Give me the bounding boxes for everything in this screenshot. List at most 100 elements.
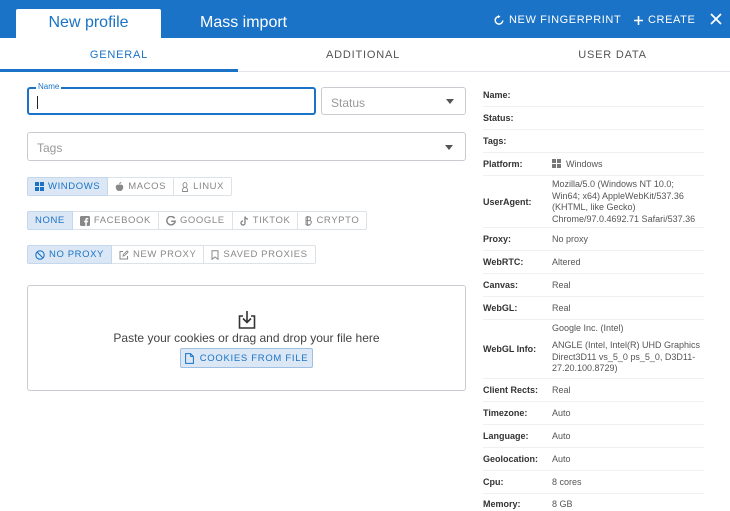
tab-new-profile[interactable]: New profile [16,9,161,38]
new-fingerprint-label: NEW FINGERPRINT [509,14,622,26]
cookies-instructions: Paste your cookies or drag and drop your… [113,331,380,345]
summary-value-detail: ANGLE (Intel, Intel(R) UHD Graphics Dire… [552,340,701,373]
summary-key: Canvas: [483,280,519,290]
windows-icon [552,159,561,168]
summary-value: Auto [552,408,571,418]
summary-row-webgl: WebGL: Real [483,297,704,320]
tab-additional[interactable]: ADDITIONAL [243,38,483,72]
summary-key: Status: [483,113,514,123]
summary-value: Real [552,280,571,290]
os-macos-label: MACOS [128,181,167,192]
bitcoin-icon [305,215,313,226]
name-field[interactable]: Name [27,82,316,115]
preset-google-button[interactable]: GOOGLE [158,211,233,230]
create-button[interactable]: CREATE [634,13,695,27]
status-placeholder: Status [331,96,366,110]
refresh-icon [494,14,504,25]
tab-mass-import[interactable]: Mass import [200,9,287,38]
windows-icon [35,182,44,191]
status-select[interactable]: Status [321,87,466,115]
name-field-label: Name [36,82,62,91]
os-windows-button[interactable]: WINDOWS [27,177,109,196]
summary-row-webgl-info: WebGL Info: Google Inc. (Intel) ANGLE (I… [483,320,704,379]
preset-crypto-label: CRYPTO [316,215,360,226]
tags-placeholder: Tags [37,141,63,155]
proxy-none-label: NO PROXY [49,249,104,260]
summary-value: Auto [552,454,571,464]
summary-value: Real [552,385,571,395]
summary-key: Timezone: [483,408,528,418]
block-icon [35,249,45,260]
section-tabs: GENERAL ADDITIONAL USER DATA [0,38,730,72]
summary-value: No proxy [552,234,589,244]
summary-row-geolocation: Geolocation: Auto [483,448,704,471]
summary-row-platform: Platform: Windows [483,153,704,176]
cookies-from-file-button[interactable]: COOKIES FROM FILE [180,348,313,368]
proxy-saved-button[interactable]: SAVED PROXIES [204,245,316,264]
summary-value: 8 cores [552,477,582,487]
preset-facebook-button[interactable]: FACEBOOK [72,211,159,230]
summary-row-name: Name: [483,84,704,107]
summary-key: WebRTC: [483,257,524,267]
summary-row-webrtc: WebRTC: Altered [483,251,704,274]
new-fingerprint-button[interactable]: NEW FINGERPRINT [494,13,621,27]
google-icon [166,215,176,226]
preset-facebook-label: FACEBOOK [93,215,151,226]
preset-none-label: NONE [35,215,65,226]
summary-value: Mozilla/5.0 (Windows NT 10.0; Win64; x64… [552,179,696,224]
cookies-from-file-label: COOKIES FROM FILE [199,352,309,364]
summary-row-cpu: Cpu: 8 cores [483,471,704,494]
facebook-icon [79,215,90,226]
proxy-none-button[interactable]: NO PROXY [27,245,112,264]
summary-row-language: Language: Auto [483,425,704,448]
tags-select[interactable]: Tags [27,132,466,161]
tiktok-icon [240,215,248,226]
active-tab-indicator [0,69,238,72]
summary-row-tags: Tags: [483,130,704,153]
os-linux-label: LINUX [193,181,225,192]
preset-none-button[interactable]: NONE [27,211,73,230]
summary-row-client-rects: Client Rects: Real [483,379,704,402]
bookmark-icon [211,249,219,260]
close-icon[interactable] [708,11,724,27]
summary-value: Altered [552,257,581,267]
tab-general[interactable]: GENERAL [0,38,238,72]
summary-key: Name: [483,90,511,100]
summary-key: Platform: [483,159,523,169]
file-icon [184,352,194,364]
os-selector: WINDOWS MACOS LINUX [27,177,233,196]
create-label: CREATE [648,14,696,26]
os-windows-label: WINDOWS [48,181,101,192]
os-macos-button[interactable]: MACOS [108,177,175,196]
summary-key: Memory: [483,499,521,509]
header-bar: New profile Mass import NEW FINGERPRINT … [0,0,730,38]
summary-row-proxy: Proxy: No proxy [483,228,704,251]
preset-tiktok-button[interactable]: TIKTOK [232,211,299,230]
apple-icon [115,181,124,191]
preset-google-label: GOOGLE [179,215,225,226]
summary-key: Language: [483,431,529,441]
chevron-down-icon [446,99,454,104]
chevron-down-icon [445,145,453,150]
summary-key: Proxy: [483,234,512,244]
summary-value-platform: Windows [552,159,603,171]
summary-row-memory: Memory: 8 GB [483,494,704,511]
proxy-saved-label: SAVED PROXIES [223,249,308,260]
preset-crypto-button[interactable]: CRYPTO [298,211,368,230]
summary-row-useragent: UserAgent: Mozilla/5.0 (Windows NT 10.0;… [483,176,704,228]
summary-key: UserAgent: [483,197,532,207]
summary-value: Real [552,303,571,313]
summary-value: 8 GB [552,499,573,509]
summary-row-status: Status: [483,107,704,130]
edit-icon [119,249,129,259]
summary-key: WebGL: [483,303,518,313]
proxy-new-button[interactable]: NEW PROXY [111,245,205,264]
summary-key: Geolocation: [483,454,539,464]
proxy-selector: NO PROXY NEW PROXY SAVED PROXIES [27,245,316,264]
summary-value: Auto [552,431,571,441]
summary-row-canvas: Canvas: Real [483,274,704,297]
platform-value: Windows [566,159,603,169]
tab-user-data[interactable]: USER DATA [495,38,730,72]
os-linux-button[interactable]: LINUX [174,177,233,196]
cookies-dropzone[interactable]: Paste your cookies or drag and drop your… [27,285,466,391]
